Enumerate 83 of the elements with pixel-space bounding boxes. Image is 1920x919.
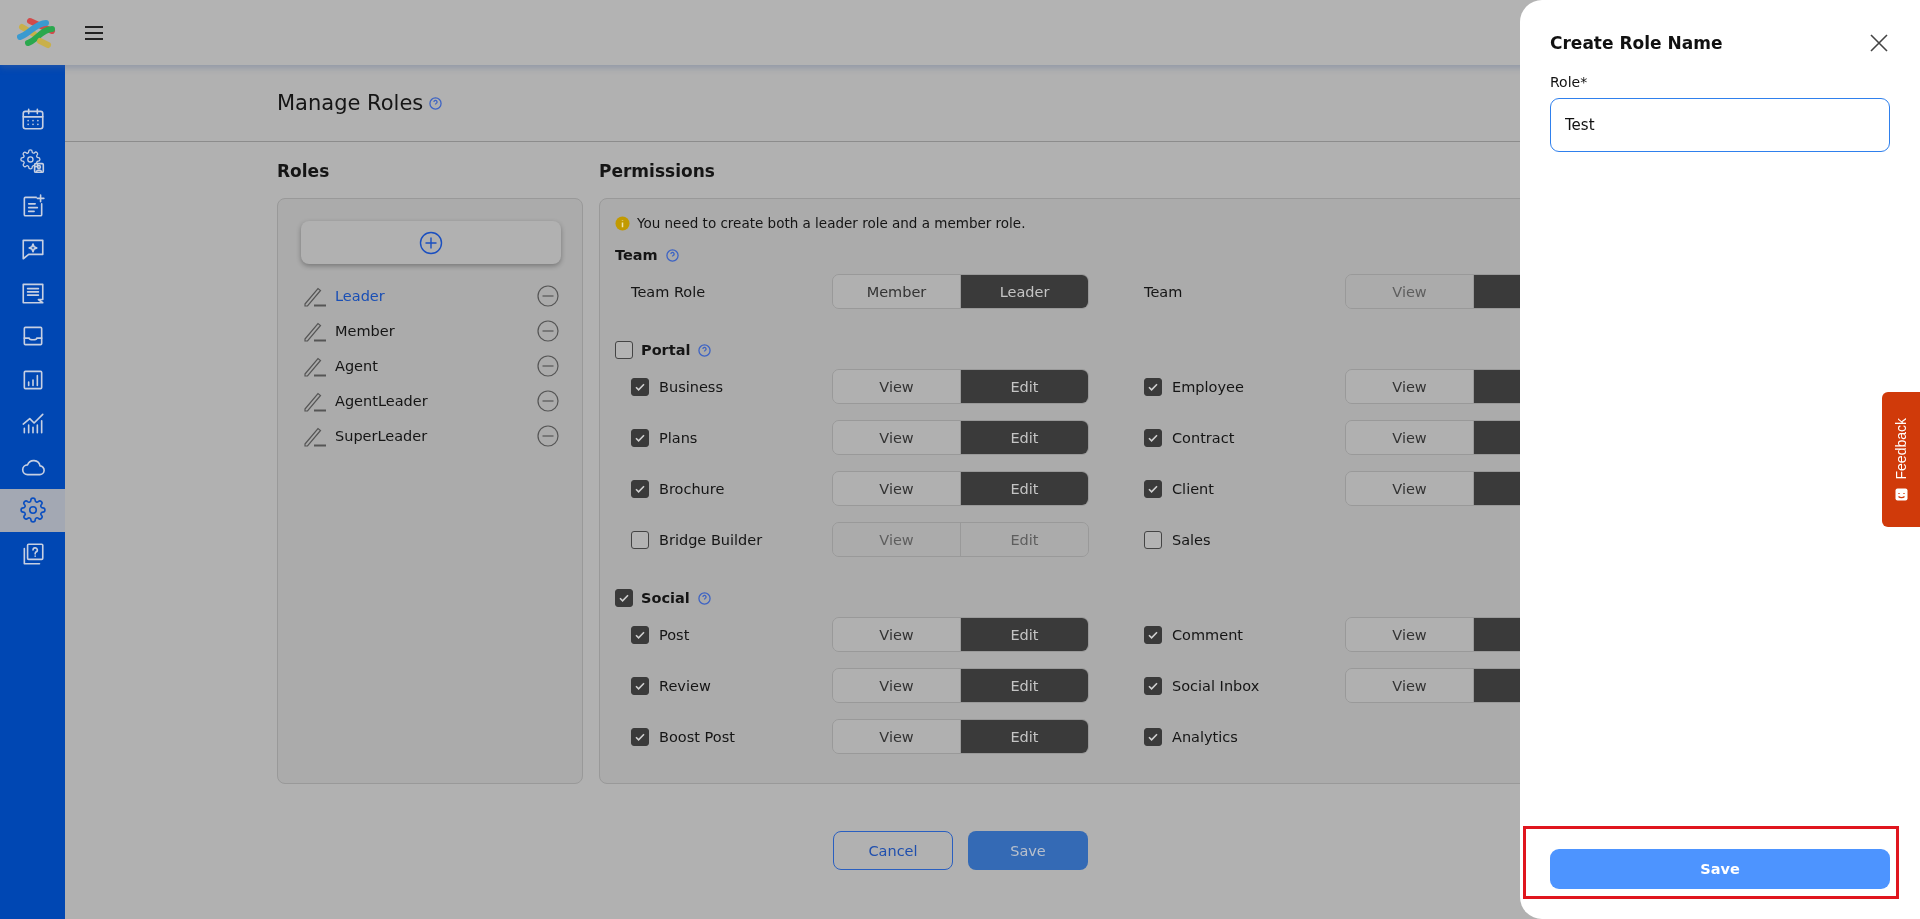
permission-label: Review (659, 677, 711, 694)
roles-heading: Roles (277, 160, 331, 182)
segment-option[interactable]: Edit (960, 669, 1088, 702)
checkbox[interactable] (1144, 530, 1162, 549)
segment-option[interactable]: View (1346, 472, 1473, 505)
segment-option[interactable]: View (833, 618, 960, 651)
checkbox[interactable] (1144, 377, 1162, 396)
permission-label: Plans (659, 429, 698, 446)
segment-option[interactable]: View (833, 720, 960, 753)
field-label: Role* (1549, 73, 1589, 92)
info-icon (615, 215, 630, 231)
sidebar-item[interactable] (0, 488, 65, 532)
permission-label: Bridge Builder (659, 531, 763, 548)
segment-option[interactable]: Member (833, 275, 960, 308)
feedback-tab[interactable]: Feedback (1882, 392, 1920, 527)
gear-person-icon (19, 149, 46, 176)
role-input-field[interactable]: Test (1550, 98, 1890, 152)
segment-option[interactable]: Edit (960, 618, 1088, 651)
minus-circle-icon[interactable] (537, 389, 559, 412)
permission-label: Employee (1172, 378, 1244, 395)
checkbox[interactable] (631, 377, 649, 396)
role-name[interactable]: Member (335, 322, 529, 339)
page-title: Manage Roles (277, 91, 424, 115)
checkbox[interactable] (615, 589, 633, 607)
role-name[interactable]: Leader (335, 287, 529, 304)
settings-icon (19, 497, 46, 524)
checkbox[interactable] (1144, 428, 1162, 447)
segment-option[interactable]: View (833, 421, 960, 454)
checkbox[interactable] (631, 479, 649, 498)
permission-label: Post (659, 626, 690, 643)
segment-option[interactable]: View (1346, 421, 1473, 454)
cancel-button[interactable]: Cancel (833, 831, 953, 870)
role-name[interactable]: AgentLeader (335, 392, 529, 409)
permission-label: Social Inbox (1172, 677, 1260, 694)
permission-label: Team (1144, 283, 1183, 300)
permission-label: Analytics (1172, 728, 1238, 745)
permission-label: Client (1172, 480, 1214, 497)
segment-option[interactable]: View (1346, 370, 1473, 403)
segment-option[interactable]: View (833, 669, 960, 702)
checkbox[interactable] (631, 428, 649, 447)
segment-option[interactable]: View (833, 472, 960, 505)
close-icon[interactable] (1868, 32, 1890, 54)
permission-label: Comment (1172, 626, 1244, 643)
segment-option[interactable]: View (1346, 618, 1473, 651)
permission-label: Boost Post (659, 728, 735, 745)
help-icon[interactable] (429, 96, 443, 110)
checkbox[interactable] (631, 727, 649, 746)
minus-circle-icon[interactable] (537, 284, 559, 307)
segment-option[interactable]: Leader (960, 275, 1088, 308)
checkbox[interactable] (1144, 676, 1162, 695)
checkbox[interactable] (1144, 727, 1162, 746)
permissions-heading: Permissions (599, 160, 716, 182)
section-title: Portal (641, 342, 691, 358)
permission-label: Sales (1172, 531, 1211, 548)
segment-option[interactable]: Edit (960, 472, 1088, 505)
section-title: Social (641, 590, 690, 606)
permission-label: Contract (1172, 429, 1235, 446)
permission-label: Team Role (631, 283, 706, 300)
checkbox[interactable] (1144, 625, 1162, 644)
smiley-icon (1894, 487, 1908, 501)
permission-label: Brochure (659, 480, 725, 497)
notice-text: You need to create both a leader role and a member role. (637, 215, 1026, 231)
role-name[interactable]: Agent (335, 357, 529, 374)
minus-circle-icon[interactable] (537, 354, 559, 377)
segment-option[interactable]: View (833, 370, 960, 403)
checkbox[interactable] (615, 341, 633, 359)
permission-label: Business (659, 378, 723, 395)
minus-circle-icon[interactable] (537, 424, 559, 447)
segment-option[interactable]: Edit (960, 720, 1088, 753)
calendar-icon (19, 105, 46, 132)
drawer-title: Create Role Name (1550, 33, 1723, 53)
checkbox[interactable] (631, 625, 649, 644)
segment-option[interactable]: Edit (960, 370, 1088, 403)
check-icon (618, 592, 630, 604)
checkbox[interactable] (631, 676, 649, 695)
minus-circle-icon[interactable] (537, 319, 559, 342)
plus-circle-icon (419, 230, 443, 255)
checkbox[interactable] (1144, 479, 1162, 498)
section-title: Team (615, 247, 658, 263)
segment-option[interactable]: View (1346, 669, 1473, 702)
checkbox[interactable] (631, 530, 649, 549)
role-name[interactable]: SuperLeader (335, 427, 529, 444)
segment-option[interactable]: Edit (960, 421, 1088, 454)
